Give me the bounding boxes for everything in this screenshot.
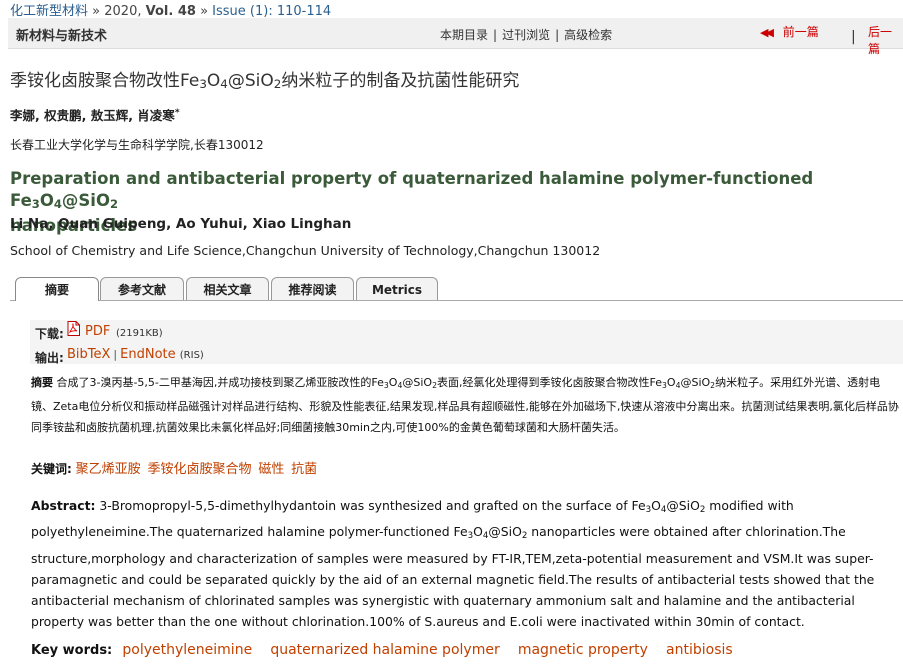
pdf-icon[interactable] [67,321,80,336]
nav-bar: 新材料与新技术 本期目录 | 过刊浏览 | 高级检索 ◀◀ 前一篇 | 后一篇 [8,18,903,56]
en-keyword-link[interactable]: magnetic property [518,642,648,658]
download-label: 下载: [35,327,64,341]
cn-abstract: 摘要 合成了3-溴丙基-5,5-二甲基海因,并成功接枝到聚乙烯亚胺改性的Fe3O… [31,376,899,434]
export-links: BibTeX | EndNote (RIS) [67,347,204,362]
pdf-size: (2191KB) [116,328,163,339]
breadcrumb-sep: » [200,4,209,19]
cn-keyword-link[interactable]: 磁性 [258,462,284,477]
cn-keyword-link[interactable]: 聚乙烯亚胺 [76,462,141,477]
nav-links: 本期目录 | 过刊浏览 | 高级检索 [440,28,613,42]
en-keywords: Key words: polyethyleneimine quaternariz… [31,642,747,658]
pdf-download-link[interactable]: PDF [85,324,110,339]
section-title: 新材料与新技术 [16,29,108,44]
cn-keywords-label: 关键词: [31,462,72,476]
en-abstract: Abstract: 3-Bromopropyl-5,5-dimethylhyda… [31,498,875,630]
cn-affiliation: 长春工业大学化学与生命科学学院,长春130012 [10,138,264,152]
en-authors: Li Na, Quan Guipeng, Ao Yuhui, Xiao Ling… [10,216,352,232]
cn-keyword-link[interactable]: 季铵化卤胺聚合物 [147,462,251,477]
tab-metrics[interactable]: Metrics [356,277,438,300]
cn-article-title: 季铵化卤胺聚合物改性Fe3O4@SiO2纳米粒子的制备及抗菌性能研究 [10,71,520,91]
tab-recommended[interactable]: 推荐阅读 [271,277,354,300]
double-arrow-left-icon: ◀◀ [760,26,774,39]
cn-keyword-link[interactable]: 抗菌 [291,462,317,477]
breadcrumb-sep: » [92,4,101,19]
cn-keywords: 关键词: 聚乙烯亚胺 季铵化卤胺聚合物 磁性 抗菌 [31,458,320,477]
year-text: 2020, [104,4,142,19]
tab-abstract[interactable]: 摘要 [15,277,99,301]
en-keywords-label: Key words: [31,643,113,658]
endnote-link[interactable]: EndNote [120,347,175,362]
archive-link[interactable]: 过刊浏览 [502,28,550,42]
volume-text: Vol. 48 [145,4,196,19]
tab-related-articles[interactable]: 相关文章 [186,277,269,300]
prev-article-link[interactable]: ◀◀ 前一篇 [760,23,819,40]
journal-link[interactable]: 化工新型材料 [10,4,88,19]
next-article-link[interactable]: 后一篇 [868,23,903,57]
export-label: 输出: [35,351,64,365]
issue-link[interactable]: Issue (1): 110-114 [212,4,331,19]
tab-references[interactable]: 参考文献 [100,277,184,300]
ris-format: (RIS) [179,350,204,361]
breadcrumb: 化工新型材料 » 2020, Vol. 48 » Issue (1): 110-… [10,0,331,19]
en-affiliation: School of Chemistry and Life Science,Cha… [10,243,601,258]
cn-authors: 李娜, 权贵鹏, 敖玉辉, 肖凌寒* [10,107,180,123]
en-keyword-link[interactable]: quaternarized halamine polymer [270,642,499,658]
prev-article-label: 前一篇 [782,25,819,39]
nav-divider: | [851,29,856,45]
en-keyword-link[interactable]: antibiosis [666,642,733,658]
en-keyword-link[interactable]: polyethyleneimine [122,642,252,658]
advanced-search-link[interactable]: 高级检索 [564,28,612,42]
bibtex-link[interactable]: BibTeX [67,347,110,362]
current-issue-link[interactable]: 本期目录 [440,28,488,42]
